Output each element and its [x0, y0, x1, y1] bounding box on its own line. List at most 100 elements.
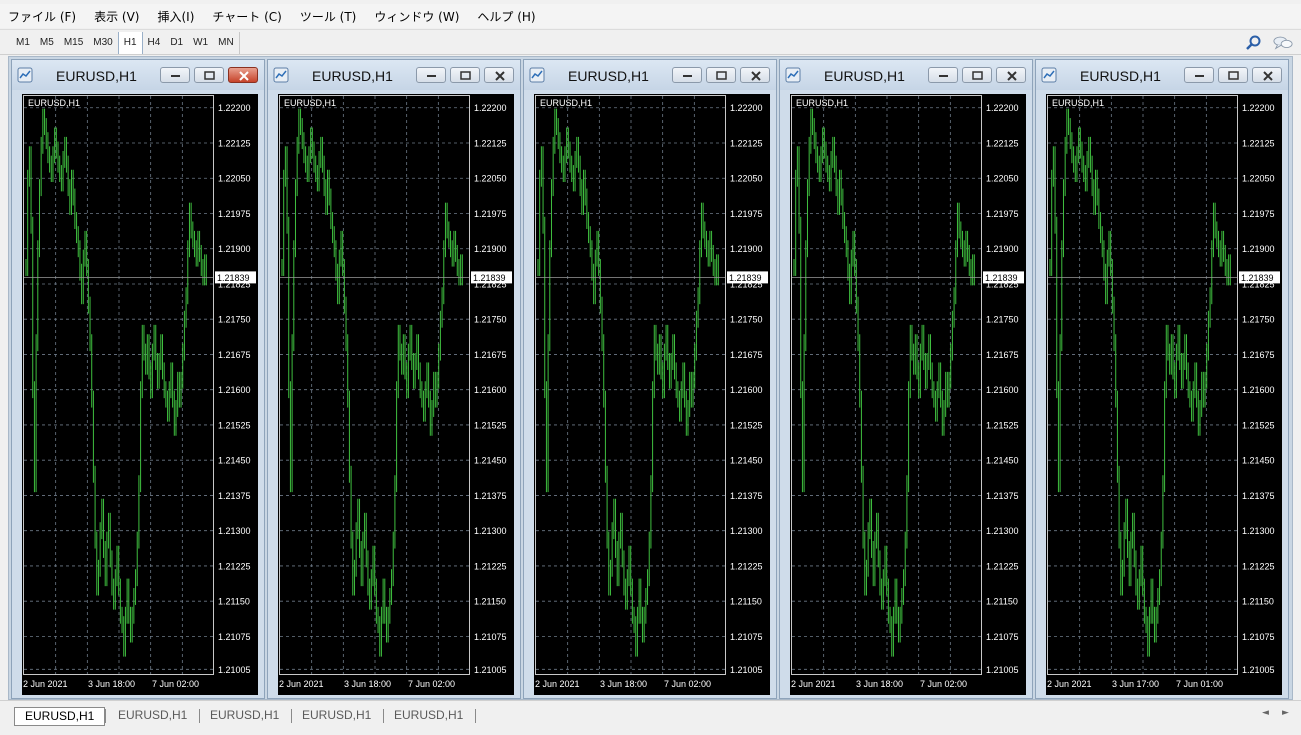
- restore-button[interactable]: [450, 67, 480, 83]
- minimize-button[interactable]: [160, 67, 190, 83]
- time-axis-label: 3 Jun 18:00: [856, 679, 903, 689]
- time-axis-label: 2 Jun 2021: [535, 679, 580, 689]
- price-tick-label: 1.22050: [1242, 174, 1275, 184]
- restore-button[interactable]: [1218, 67, 1248, 83]
- price-tick-label: 1.21900: [1242, 244, 1275, 254]
- chart-tab[interactable]: EURUSD,H1: [14, 707, 106, 726]
- price-tick-label: 1.22050: [474, 174, 507, 184]
- chart-symbol-label: EURUSD,H1: [796, 98, 848, 108]
- minimize-icon: [171, 75, 180, 77]
- menu-item-2[interactable]: 挿入(I): [157, 8, 194, 25]
- price-tick-label: 1.22050: [730, 174, 763, 184]
- current-price-label: 1.21839: [1241, 273, 1274, 283]
- price-tick-label: 1.21225: [730, 561, 763, 571]
- chart-window[interactable]: EURUSD,H1 1.22200 1.22125 1.22050 1.21975 1.2…: [267, 59, 521, 699]
- menu-item-0[interactable]: ファイル (F): [8, 8, 76, 25]
- minimize-button[interactable]: [1184, 67, 1214, 83]
- chart-window-titlebar[interactable]: EURUSD,H1: [12, 60, 264, 90]
- close-icon: [239, 71, 249, 81]
- timeframe-button-m30[interactable]: M30: [88, 32, 117, 54]
- timeframe-button-h4[interactable]: H4: [143, 32, 166, 54]
- chart-canvas[interactable]: 1.22200 1.22125 1.22050 1.21975 1.21900 1.218…: [790, 94, 1026, 695]
- chart-window-titlebar[interactable]: EURUSD,H1: [780, 60, 1032, 90]
- close-button[interactable]: [228, 67, 258, 83]
- price-tick-label: 1.21675: [1242, 350, 1275, 360]
- timeframe-button-w1[interactable]: W1: [188, 32, 213, 54]
- price-tick-label: 1.21900: [730, 244, 763, 254]
- chart-window[interactable]: EURUSD,H1 1.22200 1.22125 1.22050 1.21975 1.2…: [11, 59, 265, 699]
- tab-scroll-right-icon[interactable]: ►: [1282, 708, 1289, 718]
- chart-window[interactable]: EURUSD,H1 1.22200 1.22125 1.22050 1.21975 1.2…: [523, 59, 777, 699]
- price-tick-label: 1.21075: [218, 632, 251, 642]
- current-price-label: 1.21839: [985, 273, 1018, 283]
- tab-separator: [105, 709, 106, 723]
- price-chart[interactable]: 1.22200 1.22125 1.22050 1.21975 1.21900 1.218…: [1046, 94, 1282, 695]
- timeframe-button-m15[interactable]: M15: [59, 32, 88, 54]
- close-button[interactable]: [996, 67, 1026, 83]
- restore-icon: [972, 71, 983, 80]
- chart-window[interactable]: EURUSD,H1 1.22200 1.22125 1.22050 1.21975 1.2…: [779, 59, 1033, 699]
- minimize-button[interactable]: [416, 67, 446, 83]
- chat-icon[interactable]: [1273, 34, 1293, 52]
- chart-window-icon: [785, 67, 801, 83]
- price-tick-label: 1.21150: [1242, 597, 1274, 607]
- price-tick-label: 1.22200: [474, 103, 507, 113]
- chart-canvas[interactable]: 1.22200 1.22125 1.22050 1.21975 1.21900 1.218…: [1046, 94, 1282, 695]
- chart-window[interactable]: EURUSD,H1 1.22200 1.22125 1.22050 1.21975 1.2…: [1035, 59, 1289, 699]
- minimize-icon: [683, 75, 692, 77]
- close-button[interactable]: [740, 67, 770, 83]
- chart-window-titlebar[interactable]: EURUSD,H1: [268, 60, 520, 90]
- chart-canvas[interactable]: 1.22200 1.22125 1.22050 1.21975 1.21900 1.218…: [278, 94, 514, 695]
- timeframe-button-m5[interactable]: M5: [35, 32, 59, 54]
- menu-bar: ファイル (F) 表示 (V) 挿入(I) チャート (C) ツール (T) ウィンドウ …: [0, 4, 1301, 28]
- restore-button[interactable]: [194, 67, 224, 83]
- chart-tab[interactable]: EURUSD,H1: [384, 707, 473, 726]
- price-tick-label: 1.21225: [218, 561, 251, 571]
- chart-symbol-label: EURUSD,H1: [1052, 98, 1104, 108]
- menu-item-1[interactable]: 表示 (V): [94, 8, 139, 25]
- current-price-label: 1.21839: [217, 273, 250, 283]
- price-tick-label: 1.21375: [218, 491, 251, 501]
- timeframe-button-h1[interactable]: H1: [117, 32, 143, 54]
- tab-scroll-left-icon[interactable]: ◄: [1262, 708, 1269, 718]
- timeframe-button-m1[interactable]: M1: [11, 32, 35, 54]
- timeframe-button-d1[interactable]: D1: [165, 32, 188, 54]
- chart-canvas[interactable]: 1.22200 1.22125 1.22050 1.21975 1.21900 1.218…: [534, 94, 770, 695]
- price-tick-label: 1.21300: [730, 526, 763, 536]
- close-icon: [1263, 71, 1273, 81]
- minimize-button[interactable]: [928, 67, 958, 83]
- menu-item-3[interactable]: チャート (C): [212, 8, 281, 25]
- price-tick-label: 1.21225: [474, 561, 507, 571]
- chart-window-titlebar[interactable]: EURUSD,H1: [1036, 60, 1288, 90]
- chart-window-titlebar[interactable]: EURUSD,H1: [524, 60, 776, 90]
- price-tick-label: 1.21675: [730, 350, 763, 360]
- chart-symbol-label: EURUSD,H1: [540, 98, 592, 108]
- price-tick-label: 1.22125: [730, 138, 763, 148]
- restore-icon: [460, 71, 471, 80]
- chart-window-icon: [1041, 67, 1057, 83]
- price-tick-label: 1.21600: [986, 385, 1019, 395]
- price-tick-label: 1.21750: [218, 315, 251, 325]
- price-tick-label: 1.21450: [986, 456, 1019, 466]
- close-button[interactable]: [1252, 67, 1282, 83]
- menu-item-6[interactable]: ヘルプ (H): [477, 8, 535, 25]
- close-button[interactable]: [484, 67, 514, 83]
- chart-tab[interactable]: EURUSD,H1: [200, 707, 289, 726]
- chart-canvas[interactable]: 1.22200 1.22125 1.22050 1.21975 1.21900 1.218…: [22, 94, 258, 695]
- price-chart[interactable]: 1.22200 1.22125 1.22050 1.21975 1.21900 1.218…: [790, 94, 1026, 695]
- restore-button[interactable]: [962, 67, 992, 83]
- timeframe-button-mn[interactable]: MN: [213, 32, 239, 54]
- minimize-button[interactable]: [672, 67, 702, 83]
- restore-button[interactable]: [706, 67, 736, 83]
- time-axis-label: 3 Jun 17:00: [1112, 679, 1159, 689]
- price-tick-label: 1.21525: [730, 420, 763, 430]
- chart-tab[interactable]: EURUSD,H1: [292, 707, 381, 726]
- menu-item-5[interactable]: ウィンドウ (W): [374, 8, 459, 25]
- search-icon[interactable]: [1243, 34, 1263, 52]
- price-chart[interactable]: 1.22200 1.22125 1.22050 1.21975 1.21900 1.218…: [22, 94, 258, 695]
- price-tick-label: 1.21600: [1242, 385, 1275, 395]
- chart-tab[interactable]: EURUSD,H1: [108, 707, 197, 726]
- menu-item-4[interactable]: ツール (T): [300, 8, 357, 25]
- price-chart[interactable]: 1.22200 1.22125 1.22050 1.21975 1.21900 1.218…: [534, 94, 770, 695]
- price-chart[interactable]: 1.22200 1.22125 1.22050 1.21975 1.21900 1.218…: [278, 94, 514, 695]
